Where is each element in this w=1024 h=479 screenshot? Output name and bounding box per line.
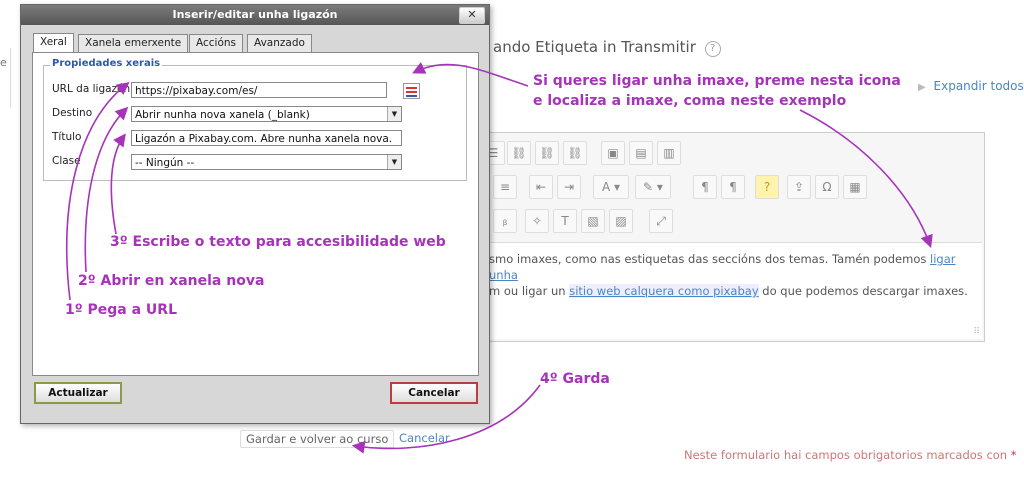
arrow-to-browse-icon — [412, 62, 529, 87]
arrow-to-editor-link — [799, 109, 933, 249]
annotation-arrows — [65, 62, 933, 454]
arrow-step1-to-url — [65, 82, 130, 301]
arrow-step3-to-title — [110, 133, 126, 235]
arrow-step4-to-save — [351, 384, 541, 454]
arrow-step2-to-target — [84, 106, 129, 273]
